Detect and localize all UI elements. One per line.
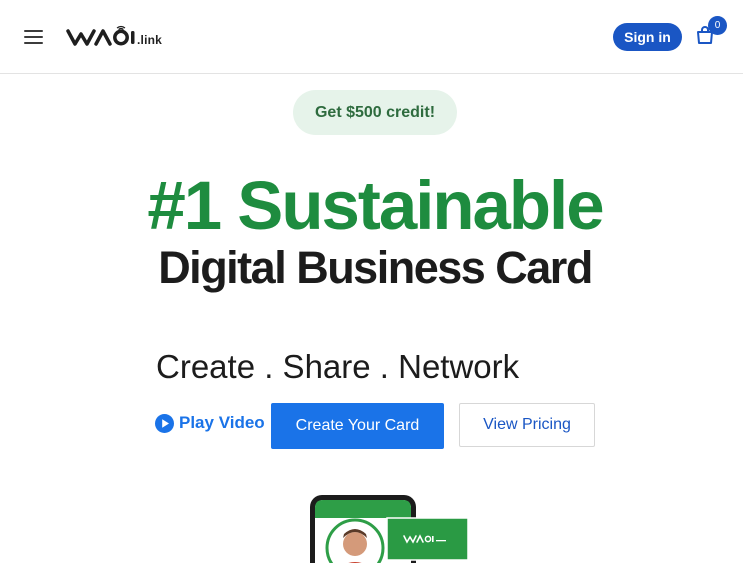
brand-logo-mark [66,25,135,46]
phone-card-illustration [310,495,469,568]
product-illustration [300,490,480,568]
credit-promo-button[interactable]: Get $500 credit! [293,90,457,135]
create-your-card-button[interactable]: Create Your Card [271,403,444,449]
site-header: .link Sign in 0 [0,0,743,74]
view-pricing-button[interactable]: View Pricing [459,403,595,447]
cart-count-badge: 0 [708,16,727,35]
play-video-button[interactable]: Play Video [155,412,265,434]
hero-subheadline: Digital Business Card [158,242,593,293]
hamburger-menu-icon[interactable] [24,30,43,44]
sign-in-button[interactable]: Sign in [613,23,682,51]
hero-tagline: Create . Share . Network [156,348,520,385]
play-circle-icon [155,413,174,433]
hero-headline: #1 Sustainable [147,167,604,244]
brand-logo-suffix: .link [137,33,163,47]
play-video-label: Play Video [179,413,265,432]
